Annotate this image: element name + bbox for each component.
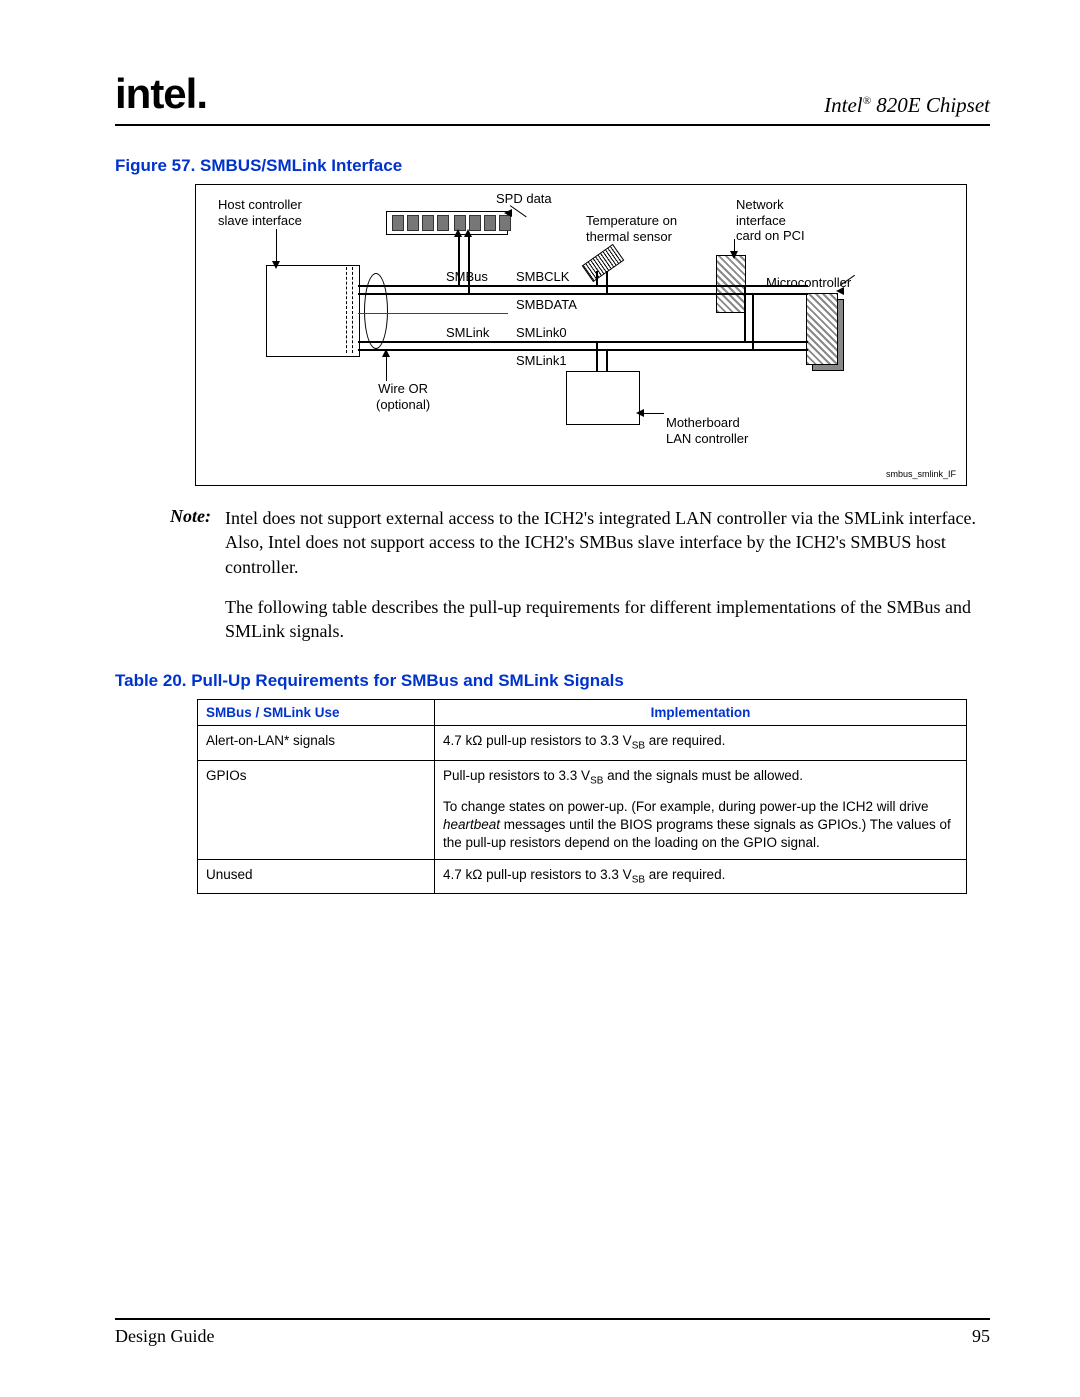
paragraph-1: The following table describes the pull-u…: [225, 595, 990, 644]
label-smlink0: SMLink0: [516, 325, 567, 341]
cell-use: Alert-on-LAN* signals: [198, 726, 435, 760]
table-row: GPIOs Pull-up resistors to 3.3 VSB and t…: [198, 760, 967, 859]
header-rule: [115, 124, 990, 126]
label-smlink1: SMLink1: [516, 353, 567, 369]
table-row: Alert-on-LAN* signals 4.7 kΩ pull-up res…: [198, 726, 967, 760]
cell-impl: Pull-up resistors to 3.3 VSB and the sig…: [435, 760, 967, 859]
footer-right: 95: [972, 1326, 990, 1347]
page-footer: Design Guide 95: [115, 1309, 990, 1347]
label-spd-data: SPD data: [496, 191, 552, 207]
table-header-use: SMBus / SMLink Use: [198, 700, 435, 726]
table-caption: Table 20. Pull-Up Requirements for SMBus…: [115, 671, 990, 691]
logo-text: intel.: [115, 70, 207, 117]
intel8255-box: [566, 371, 640, 425]
document-title: Intel® 820E Chipset: [824, 93, 990, 118]
label-motherboard: Motherboard LAN controller: [666, 415, 748, 446]
table-row: Unused 4.7 kΩ pull-up resistors to 3.3 V…: [198, 859, 967, 893]
diagram-id: smbus_smlink_IF: [886, 469, 956, 479]
thermometer-icon: [582, 244, 625, 282]
label-temperature: Temperature on thermal sensor: [586, 213, 677, 244]
footer-rule: [115, 1318, 990, 1320]
intel-logo: intel.: [115, 70, 207, 118]
label-wire-or: Wire OR (optional): [376, 381, 430, 412]
label-smbus: SMBus: [446, 269, 488, 285]
label-smlink: SMLink: [446, 325, 489, 341]
cell-use: GPIOs: [198, 760, 435, 859]
label-smbdata: SMBDATA: [516, 297, 577, 313]
cell-impl: 4.7 kΩ pull-up resistors to 3.3 VSB are …: [435, 726, 967, 760]
figure-caption: Figure 57. SMBUS/SMLink Interface: [115, 156, 990, 176]
label-host-controller: Host controller slave interface: [218, 197, 302, 228]
network-card-box: [716, 255, 746, 313]
cell-impl: 4.7 kΩ pull-up resistors to 3.3 VSB are …: [435, 859, 967, 893]
table-header-impl: Implementation: [435, 700, 967, 726]
microcontroller-box: [806, 293, 838, 365]
cell-use: Unused: [198, 859, 435, 893]
dotted-line: [346, 267, 347, 353]
label-smbclk: SMBCLK: [516, 269, 569, 285]
dotted-line-2: [352, 267, 353, 353]
note-label: Note:: [155, 506, 225, 579]
note-body: Intel does not support external access t…: [225, 506, 990, 579]
figure-diagram: Host controller slave interface SPD data…: [195, 184, 967, 486]
footer-left: Design Guide: [115, 1326, 214, 1347]
requirements-table: SMBus / SMLink Use Implementation Alert-…: [197, 699, 967, 893]
label-network-card: Network interface card on PCI: [736, 197, 805, 244]
